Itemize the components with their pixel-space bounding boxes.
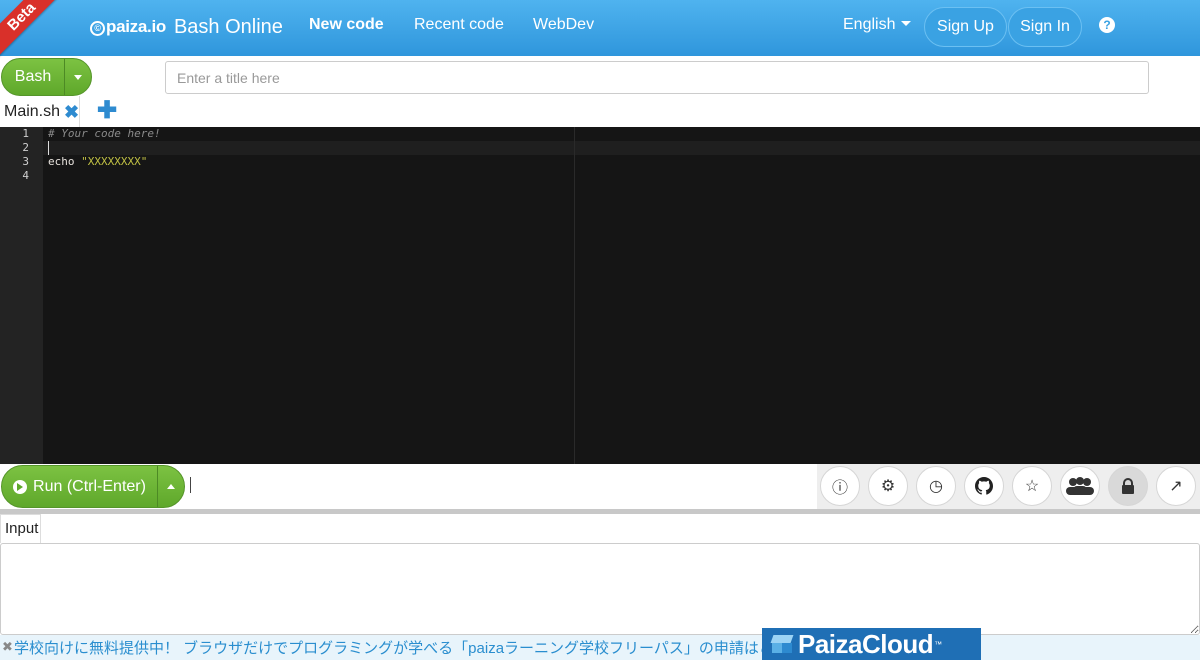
tab-file-name: Main.sh (4, 102, 61, 120)
line-number: 3 (22, 155, 29, 168)
language-dropdown[interactable]: English (843, 0, 912, 50)
cube-icon (770, 635, 794, 653)
caret-down-icon (74, 74, 82, 80)
lock-icon-svg (1122, 478, 1134, 494)
text-cursor (48, 141, 49, 155)
run-input-cursor (190, 477, 191, 493)
sign-in-button[interactable]: Sign In (1008, 7, 1082, 47)
tool-tray: ⓘ ⚙ ◷ ☆ ↗ (817, 464, 1200, 509)
app-root: Beta © paiza.io Bash Online New code Rece… (0, 0, 1200, 660)
info-icon[interactable]: ⓘ (820, 466, 860, 506)
page-title: Bash Online (173, 15, 283, 38)
run-button[interactable]: Run (Ctrl-Enter) (1, 465, 185, 508)
star-icon[interactable]: ☆ (1012, 466, 1052, 506)
sign-up-button[interactable]: Sign Up (924, 7, 1007, 47)
paizacloud-banner[interactable]: PaizaCloud ™ (762, 628, 981, 660)
logo-text: paiza.io (106, 17, 166, 36)
github-icon-svg (975, 477, 993, 495)
close-banner-icon[interactable]: ✖ (2, 639, 13, 655)
panel-divider[interactable] (0, 509, 1200, 514)
tab-input[interactable]: Input (0, 514, 41, 543)
editor-gutter: 1 2 3 4 (0, 127, 43, 464)
run-button-label-wrap: Run (Ctrl-Enter) (2, 466, 157, 507)
language-select-label: Bash (14, 68, 52, 85)
lock-icon[interactable] (1108, 466, 1148, 506)
add-tab-icon[interactable]: ✚ (97, 99, 117, 123)
footer-promo-link[interactable]: 学校向けに無料提供中！ ブラウザだけでプログラミングが学べる「paizaラーニン… (14, 637, 762, 658)
gear-icon[interactable]: ⚙ (868, 466, 908, 506)
run-options-toggle[interactable] (157, 466, 184, 507)
nav-new-code[interactable]: New code (309, 0, 384, 50)
print-margin (574, 127, 575, 464)
caret-down-icon (901, 21, 912, 26)
users-icon-svg (1066, 477, 1094, 495)
share-icon[interactable]: ↗ (1156, 466, 1196, 506)
tab-main-sh[interactable]: Main.sh ✖ (0, 96, 80, 127)
code-string: "XXXXXXXX" (81, 155, 148, 168)
language-label: English (843, 16, 896, 33)
nav-recent-code[interactable]: Recent code (414, 0, 504, 50)
paizacloud-text: PaizaCloud (798, 628, 934, 659)
github-icon[interactable] (964, 466, 1004, 506)
paiza-logo: © paiza.io (90, 17, 166, 37)
play-icon (13, 479, 28, 494)
caret-up-icon (167, 484, 175, 489)
code-editor[interactable]: 1 2 3 4 # Your code here! echo "XXXXXXXX… (0, 127, 1200, 464)
top-navbar: Beta © paiza.io Bash Online New code Rece… (0, 0, 1200, 61)
clock-icon[interactable]: ◷ (916, 466, 956, 506)
language-select-button[interactable]: Bash (1, 58, 92, 96)
help-icon[interactable]: ? (1099, 17, 1115, 33)
language-select-toggle[interactable] (64, 59, 91, 95)
line-number: 1 (22, 127, 29, 140)
beta-ribbon: Beta (0, 0, 66, 61)
users-icon[interactable] (1060, 466, 1100, 506)
close-tab-icon[interactable]: ✖ (64, 103, 79, 121)
line-number: 2 (22, 141, 29, 154)
code-keyword: echo (48, 155, 82, 168)
nav-webdev[interactable]: WebDev (533, 0, 594, 50)
trademark-mark: ™ (934, 639, 943, 649)
run-label: Run (Ctrl-Enter) (33, 477, 146, 495)
code-line-1: # Your code here! (48, 127, 161, 140)
brand[interactable]: © paiza.io Bash Online (90, 12, 283, 42)
code-line-3: echo "XXXXXXXX" (48, 155, 147, 169)
line-number: 4 (22, 169, 29, 182)
title-input[interactable] (165, 61, 1149, 94)
active-line-highlight (43, 141, 1200, 155)
copyright-mark-icon: © (90, 21, 105, 36)
stdin-input[interactable] (0, 543, 1200, 635)
